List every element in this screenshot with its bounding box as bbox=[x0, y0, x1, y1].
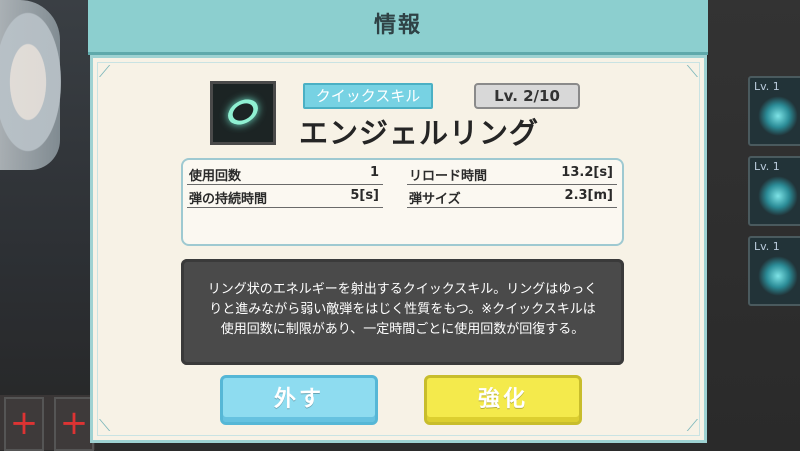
stat-value: 1 bbox=[369, 165, 379, 180]
skill-cell-icon bbox=[758, 176, 798, 216]
skill-description: リング状のエネルギーを射出するクイックスキル。リングはゆっく りと進みながら弱い… bbox=[195, 280, 610, 340]
dialog-title: 情報 bbox=[373, 13, 422, 38]
remove-button[interactable]: 外す bbox=[220, 375, 378, 425]
stat-row-duration: 弾の持続時間 5[s] bbox=[187, 185, 383, 208]
stat-row-reload: リロード時間 13.2[s] bbox=[407, 162, 617, 185]
skill-cell-icon bbox=[758, 256, 798, 296]
corner-decoration-icon: ⟍ bbox=[99, 416, 111, 435]
stat-row-size: 弾サイズ 2.3[m] bbox=[407, 185, 617, 208]
empty-slot-plus: + bbox=[54, 397, 94, 451]
skill-description-box: リング状のエネルギーを射出するクイックスキル。リングはゆっく りと進みながら弱い… bbox=[181, 259, 624, 365]
plus-icon: + bbox=[9, 403, 39, 443]
stats-box: 使用回数 1 リロード時間 13.2[s] 弾の持続時間 5[s] 弾サイズ 2… bbox=[181, 158, 624, 246]
corner-decoration-icon: ⟋ bbox=[686, 416, 698, 435]
empty-slot-plus: + bbox=[4, 397, 44, 451]
stat-label: リロード時間 bbox=[409, 169, 488, 184]
background-skill-cell: Lv. 1 bbox=[748, 76, 800, 146]
stat-row-uses: 使用回数 1 bbox=[187, 162, 383, 185]
background-skill-cell: Lv. 1 bbox=[748, 156, 800, 226]
skill-cell-level: Lv. 1 bbox=[754, 240, 780, 253]
stat-value: 13.2[s] bbox=[561, 165, 613, 180]
background-skill-cell: Lv. 1 bbox=[748, 236, 800, 306]
skill-level-badge: Lv. 2/10 bbox=[474, 83, 580, 109]
stat-value: 5[s] bbox=[350, 188, 379, 203]
skill-category-badge: クイックスキル bbox=[303, 83, 433, 109]
stat-label: 弾の持続時間 bbox=[189, 192, 268, 207]
plus-icon: + bbox=[59, 403, 89, 443]
character-portrait bbox=[0, 10, 70, 170]
stat-value: 2.3[m] bbox=[564, 188, 613, 203]
skill-icon-frame bbox=[210, 81, 276, 145]
skill-cell-level: Lv. 1 bbox=[754, 80, 780, 93]
upgrade-button[interactable]: 強化 bbox=[424, 375, 582, 425]
skill-cell-level: Lv. 1 bbox=[754, 160, 780, 173]
corner-decoration-icon: ⟍ bbox=[686, 62, 698, 81]
angel-ring-icon bbox=[223, 94, 263, 130]
background-left-panel bbox=[0, 0, 95, 450]
corner-decoration-icon: ⟋ bbox=[99, 62, 111, 81]
skill-info-panel: ⟋ ⟍ ⟍ ⟋ クイックスキル Lv. 2/10 エンジェルリング 使用回数 1… bbox=[90, 55, 707, 443]
stat-label: 弾サイズ bbox=[409, 192, 461, 207]
description-line: リング状のエネルギーを射出するクイックスキル。リングはゆっく bbox=[207, 282, 598, 297]
description-line: りと進みながら弱い敵弾をはじく性質をもつ。※クイックスキルは bbox=[209, 302, 596, 317]
stat-label: 使用回数 bbox=[189, 169, 242, 184]
skill-cell-icon bbox=[758, 96, 798, 136]
dialog-title-bar: 情報 bbox=[88, 0, 708, 55]
skill-name: エンジェルリング bbox=[299, 116, 540, 150]
description-line: 使用回数に制限があり、一定時間ごとに使用回数が回復する。 bbox=[220, 322, 585, 337]
